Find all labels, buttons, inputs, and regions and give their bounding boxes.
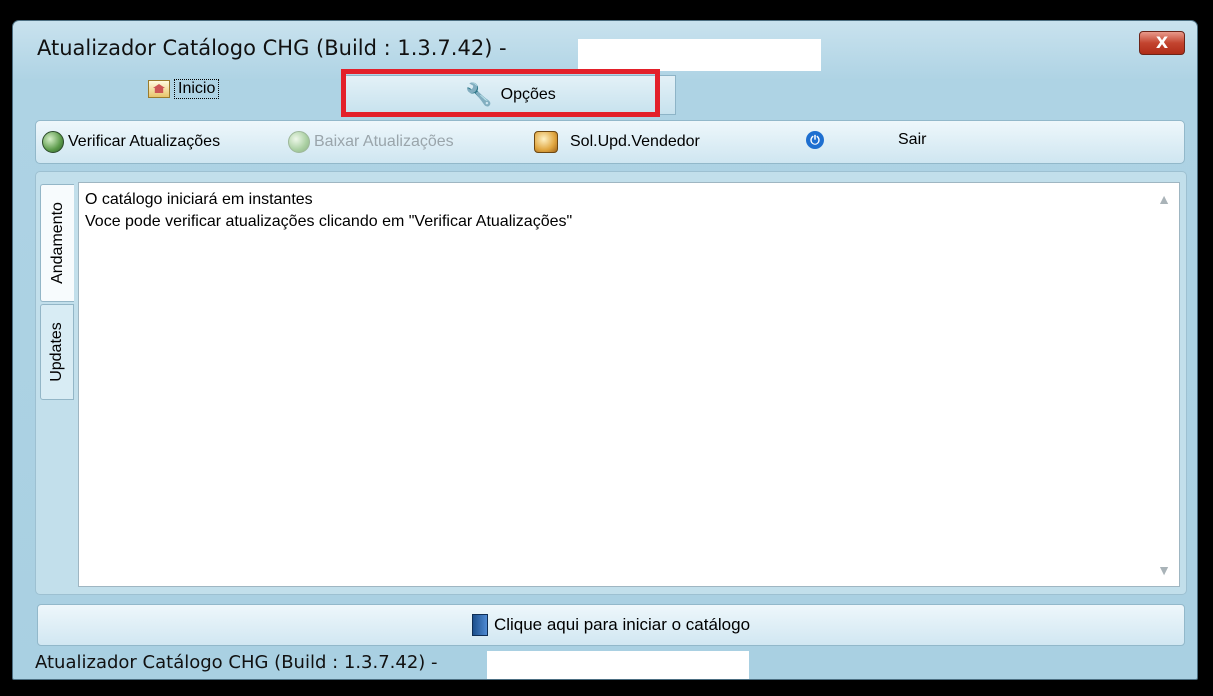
start-catalog-button[interactable]: Clique aqui para iniciar o catálogo xyxy=(37,604,1185,646)
tab-andamento-label: Andamento xyxy=(48,202,66,284)
globe-update-icon xyxy=(42,131,64,153)
baixar-atualizacoes-label: Baixar Atualizações xyxy=(314,133,454,150)
home-icon xyxy=(148,80,170,98)
top-tabs: Inicio 🔧 Opções xyxy=(33,75,1181,115)
close-button[interactable]: X xyxy=(1139,31,1185,55)
tab-andamento[interactable]: Andamento xyxy=(40,184,74,302)
log-textarea[interactable]: O catálogo iniciará em instantes Voce po… xyxy=(78,182,1180,587)
toolbar: Verificar Atualizações Baixar Atualizaçõ… xyxy=(35,120,1185,164)
sol-upd-vendedor-label: Sol.Upd.Vendedor xyxy=(570,133,700,150)
sol-upd-vendedor-button[interactable]: Sol.Upd.Vendedor xyxy=(534,131,700,153)
status-bar: Atualizador Catálogo CHG (Build : 1.3.7.… xyxy=(13,649,1197,679)
power-icon: ⏻ xyxy=(806,131,824,149)
wrench-icon: 🔧 xyxy=(465,82,493,107)
log-line: Voce pode verificar atualizações clicand… xyxy=(85,213,573,230)
tab-opcoes[interactable]: 🔧 Opções xyxy=(345,75,676,115)
app-window: Atualizador Catálogo CHG (Build : 1.3.7.… xyxy=(12,20,1198,680)
tab-updates[interactable]: Updates xyxy=(40,304,74,400)
package-icon xyxy=(534,131,558,153)
window-title: Atualizador Catálogo CHG (Build : 1.3.7.… xyxy=(37,36,507,60)
book-icon xyxy=(471,614,488,636)
title-redacted-area xyxy=(578,39,821,71)
content-panel: Andamento Updates O catálogo iniciará em… xyxy=(35,171,1187,595)
tab-opcoes-label: Opções xyxy=(500,86,556,103)
tab-inicio[interactable]: Inicio xyxy=(148,79,220,99)
status-text: Atualizador Catálogo CHG (Build : 1.3.7.… xyxy=(35,652,438,673)
baixar-atualizacoes-button[interactable]: Baixar Atualizações xyxy=(288,131,454,153)
log-line: O catálogo iniciará em instantes xyxy=(85,191,313,208)
title-bar: Atualizador Catálogo CHG (Build : 1.3.7.… xyxy=(13,21,1197,71)
tab-updates-label: Updates xyxy=(48,322,65,382)
verificar-atualizacoes-button[interactable]: Verificar Atualizações xyxy=(42,131,220,153)
scroll-up-arrow-icon[interactable]: ▲ xyxy=(1157,191,1171,207)
start-catalog-label: Clique aqui para iniciar o catálogo xyxy=(493,615,751,634)
tab-inicio-label: Inicio xyxy=(174,79,220,99)
globe-download-icon xyxy=(288,131,310,153)
status-redacted-area xyxy=(487,651,749,679)
sair-button[interactable]: ⏻ Sair xyxy=(806,131,926,149)
scroll-down-arrow-icon[interactable]: ▼ xyxy=(1157,562,1171,578)
log-text: O catálogo iniciará em instantes Voce po… xyxy=(85,189,572,233)
verificar-atualizacoes-label: Verificar Atualizações xyxy=(68,133,221,150)
sair-label: Sair xyxy=(898,131,927,148)
